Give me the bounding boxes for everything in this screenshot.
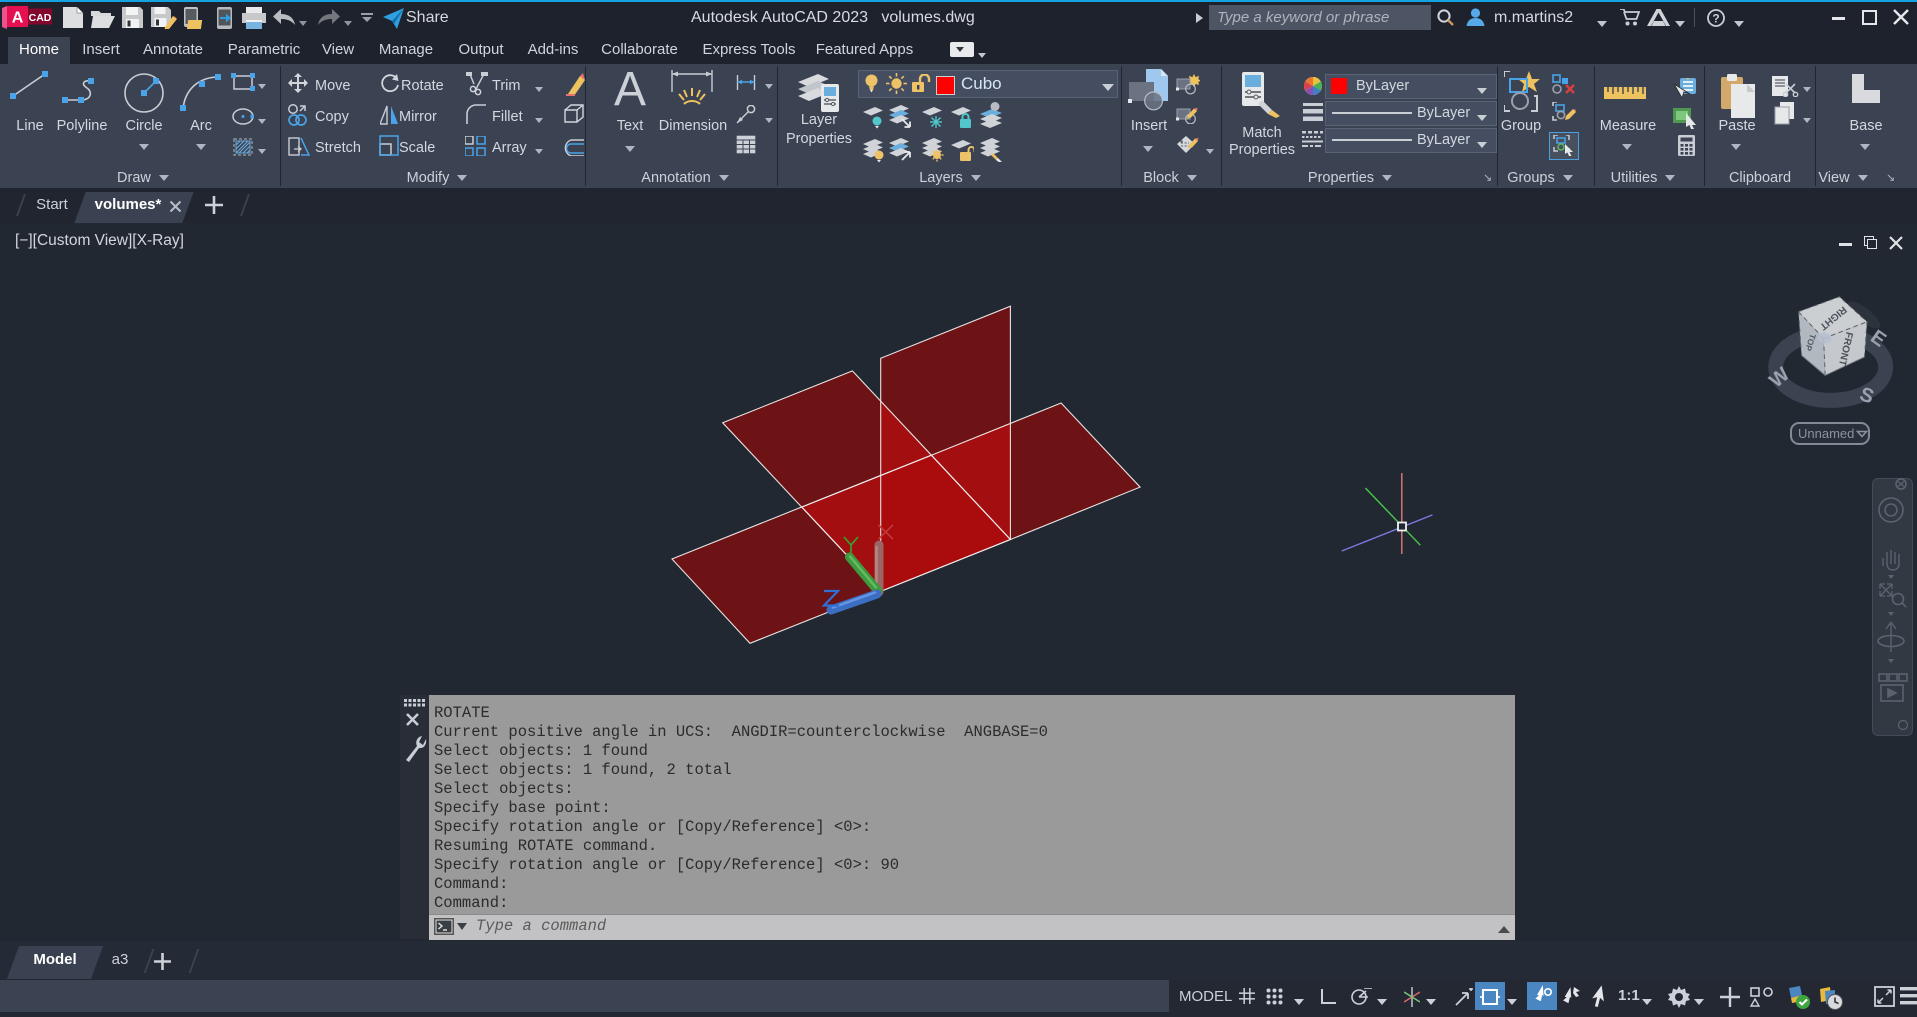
svg-text:A: A [12,10,24,27]
svg-text:?: ? [1712,12,1719,26]
svg-text:CAD: CAD [29,12,52,24]
svg-text:S: S [1857,383,1877,408]
